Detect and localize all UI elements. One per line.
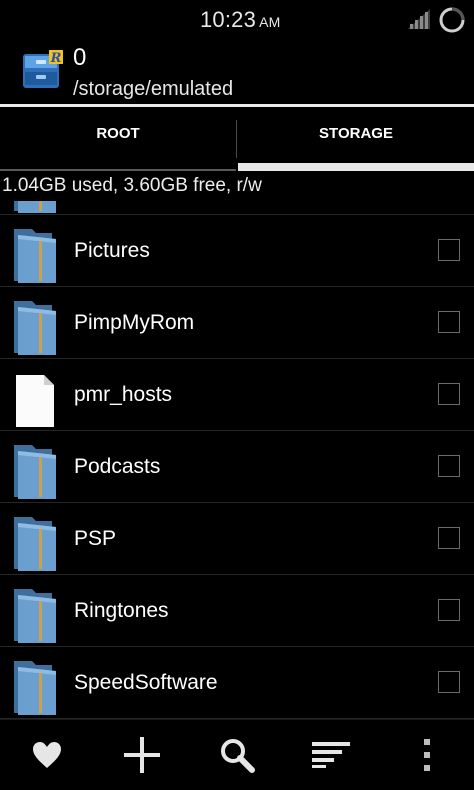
file-name: SpeedSoftware: [74, 671, 218, 694]
root-explorer-app-icon[interactable]: R: [21, 48, 65, 92]
file-name: Podcasts: [74, 455, 161, 478]
list-item[interactable]: Podcasts: [0, 431, 474, 503]
clock-ampm: AM: [259, 14, 281, 30]
select-checkbox[interactable]: [438, 455, 460, 477]
select-checkbox[interactable]: [438, 671, 460, 693]
select-checkbox[interactable]: [438, 383, 460, 405]
folder-icon: [14, 589, 56, 643]
file-name: pmr_hosts: [74, 383, 173, 406]
list-item[interactable]: PSP: [0, 503, 474, 575]
list-item[interactable]: PimpMyRom: [0, 287, 474, 359]
file-list[interactable]: Pictures PimpMyRom pmr_hosts Podcasts PS…: [0, 201, 474, 719]
select-checkbox[interactable]: [438, 239, 460, 261]
list-item[interactable]: pmr_hosts: [0, 359, 474, 431]
list-item-partial[interactable]: [0, 201, 474, 215]
status-clock: 10:23 AM: [200, 7, 280, 33]
folder-icon: [14, 229, 56, 283]
heart-icon: [33, 742, 61, 768]
tab-divider: [236, 120, 237, 158]
search-button[interactable]: [207, 720, 267, 790]
file-name: PSP: [74, 527, 117, 550]
storage-info-bar: 1.04GB used, 3.60GB free, r/w: [0, 171, 474, 201]
file-icon: [16, 375, 54, 427]
tab-root[interactable]: ROOT: [0, 109, 236, 171]
favorites-button[interactable]: [17, 720, 77, 790]
signal-icon: [408, 9, 430, 29]
file-name: Ringtones: [74, 599, 169, 622]
overflow-menu-icon: [424, 739, 430, 771]
tab-storage-indicator: [238, 163, 474, 171]
sort-icon: [312, 742, 350, 768]
clock-time: 10:23: [200, 7, 257, 32]
overflow-menu-button[interactable]: [397, 720, 457, 790]
battery-ring-icon: [439, 7, 465, 33]
svg-text:R: R: [50, 51, 62, 66]
plus-icon: [124, 737, 160, 773]
current-path: /storage/emulated: [73, 78, 234, 100]
tab-storage[interactable]: STORAGE: [238, 109, 474, 171]
storage-info-text: 1.04GB used, 3.60GB free, r/w: [2, 175, 262, 196]
select-checkbox[interactable]: [438, 599, 460, 621]
folder-icon: [14, 201, 56, 213]
folder-icon: [14, 661, 56, 715]
select-checkbox[interactable]: [438, 311, 460, 333]
tab-storage-label: STORAGE: [319, 125, 393, 142]
list-item[interactable]: SpeedSoftware: [0, 647, 474, 719]
selected-count: 0: [73, 44, 87, 71]
title-divider: [0, 104, 474, 107]
folder-icon: [14, 301, 56, 355]
select-checkbox[interactable]: [438, 527, 460, 549]
file-name: PimpMyRom: [74, 311, 195, 334]
title-bar: R 0 /storage/emulated: [0, 38, 474, 107]
bottom-action-bar: [0, 719, 474, 790]
list-item[interactable]: Ringtones: [0, 575, 474, 647]
folder-icon: [14, 517, 56, 571]
add-button[interactable]: [112, 720, 172, 790]
sort-button[interactable]: [301, 720, 361, 790]
tab-root-label: ROOT: [96, 125, 140, 142]
search-icon: [221, 739, 255, 773]
folder-icon: [14, 445, 56, 499]
list-item[interactable]: Pictures: [0, 215, 474, 287]
status-bar: 10:23 AM: [0, 0, 474, 38]
file-name: Pictures: [74, 239, 150, 262]
tab-bar: ROOT STORAGE: [0, 109, 474, 171]
